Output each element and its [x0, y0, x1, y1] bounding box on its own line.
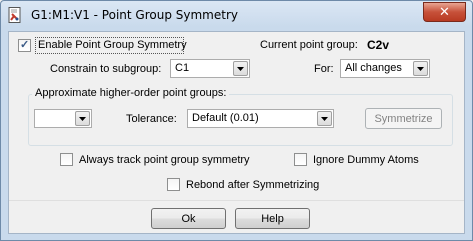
help-label: Help [261, 212, 284, 225]
approx-group-select[interactable] [34, 109, 92, 128]
always-track-label[interactable]: Always track point group symmetry [79, 154, 250, 166]
ok-button[interactable]: Ok [151, 208, 226, 229]
constrain-select[interactable]: C1 [170, 59, 250, 78]
chevron-down-icon[interactable] [413, 61, 428, 76]
enable-symmetry-label[interactable]: Enable Point Group Symmetry [38, 39, 187, 51]
ignore-dummy-checkbox[interactable] [294, 153, 307, 166]
approx-groupbox-label: Approximate higher-order point groups: [32, 87, 230, 99]
rebond-label[interactable]: Rebond after Symmetrizing [186, 179, 319, 191]
close-icon: ✕ [439, 4, 450, 20]
current-point-group-label: Current point group: [260, 39, 358, 51]
enable-symmetry-checkbox[interactable]: ✓ [18, 39, 31, 52]
for-select[interactable]: All changes [340, 59, 430, 78]
symmetrize-button[interactable]: Symmetrize [365, 108, 442, 129]
constrain-label: Constrain to subgroup: [50, 63, 162, 75]
help-button[interactable]: Help [235, 208, 310, 229]
for-value: All changes [345, 62, 402, 74]
title-bar[interactable]: G1:M1:V1 - Point Group Symmetry ✕ [1, 1, 472, 29]
tolerance-value: Default (0.01) [192, 112, 259, 124]
ignore-dummy-label[interactable]: Ignore Dummy Atoms [313, 154, 419, 166]
dialog-window: G1:M1:V1 - Point Group Symmetry ✕ ✓ Enab… [0, 0, 473, 241]
window-title: G1:M1:V1 - Point Group Symmetry [31, 8, 238, 22]
checkmark-icon: ✓ [20, 39, 30, 51]
dialog-body: ✓ Enable Point Group Symmetry Current po… [8, 31, 465, 234]
chevron-down-icon[interactable] [233, 61, 248, 76]
app-icon [8, 7, 24, 23]
rebond-checkbox[interactable] [167, 178, 180, 191]
tolerance-select[interactable]: Default (0.01) [187, 109, 334, 128]
constrain-value: C1 [175, 62, 190, 74]
divider [9, 200, 464, 201]
always-track-checkbox[interactable] [60, 153, 73, 166]
close-button[interactable]: ✕ [423, 2, 466, 22]
tolerance-label: Tolerance: [126, 113, 177, 125]
for-label: For: [314, 63, 334, 75]
ok-label: Ok [181, 212, 196, 225]
chevron-down-icon[interactable] [317, 111, 332, 126]
current-point-group-value: C2v [367, 38, 390, 52]
chevron-down-icon[interactable] [75, 111, 90, 126]
symmetrize-label: Symmetrize [374, 112, 433, 125]
